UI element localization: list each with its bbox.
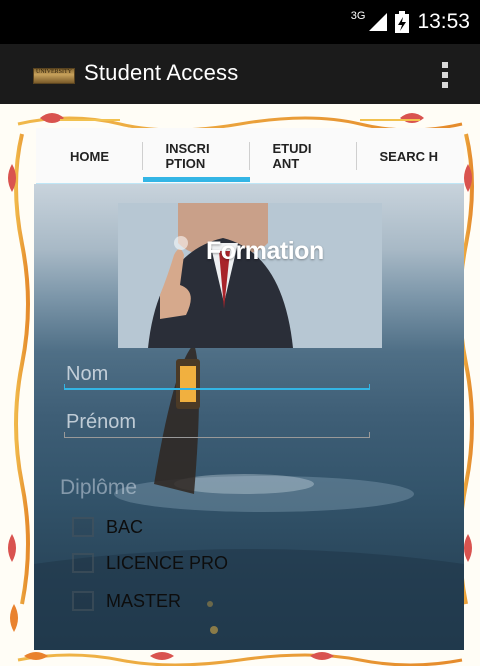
battery-icon bbox=[395, 11, 410, 33]
checkbox-licence-pro-box[interactable] bbox=[72, 553, 94, 573]
checkbox-master-label: MASTER bbox=[106, 590, 182, 611]
prenom-input[interactable] bbox=[64, 404, 372, 440]
formation-banner: Formation bbox=[118, 203, 382, 348]
status-bar: 3G 13:53 bbox=[0, 0, 480, 44]
nom-underline bbox=[64, 384, 370, 390]
status-time: 13:53 bbox=[417, 10, 470, 33]
prenom-underline bbox=[64, 432, 370, 438]
signal-icon bbox=[369, 13, 388, 31]
tab-bar: HOME INSCRI PTION ETUDI ANT SEARC H bbox=[36, 128, 464, 184]
network-type: 3G bbox=[350, 10, 366, 22]
checkbox-master[interactable]: MASTER bbox=[72, 586, 181, 616]
nom-field-container bbox=[64, 356, 372, 392]
app-logo-text: UNIVERSITY bbox=[36, 69, 72, 75]
prenom-field-container bbox=[64, 404, 372, 440]
overflow-menu-icon[interactable] bbox=[441, 62, 449, 88]
checkbox-bac-box[interactable] bbox=[72, 517, 94, 537]
banner-title: Formation bbox=[206, 237, 324, 265]
tab-search[interactable]: SEARC H bbox=[357, 128, 464, 184]
nom-input[interactable] bbox=[64, 356, 372, 392]
action-bar: UNIVERSITY Student Access bbox=[0, 44, 480, 104]
tab-divider bbox=[36, 183, 464, 184]
tab-etudiant[interactable]: ETUDI ANT bbox=[250, 128, 357, 184]
checkbox-licence-pro-label: LICENCE PRO bbox=[106, 552, 229, 573]
checkbox-bac[interactable]: BAC bbox=[72, 512, 143, 542]
diplome-label: Diplôme bbox=[60, 476, 138, 499]
tab-inscription[interactable]: INSCRI PTION bbox=[143, 128, 250, 184]
status-icons: 3G 13:53 bbox=[351, 0, 470, 44]
app-title: Student Access bbox=[84, 60, 239, 85]
app-logo[interactable]: UNIVERSITY bbox=[33, 68, 75, 84]
tab-home[interactable]: HOME bbox=[36, 128, 143, 184]
checkbox-master-box[interactable] bbox=[72, 591, 94, 611]
checkbox-bac-label: BAC bbox=[106, 516, 144, 537]
checkbox-licence-pro[interactable]: LICENCE PRO bbox=[72, 548, 228, 578]
